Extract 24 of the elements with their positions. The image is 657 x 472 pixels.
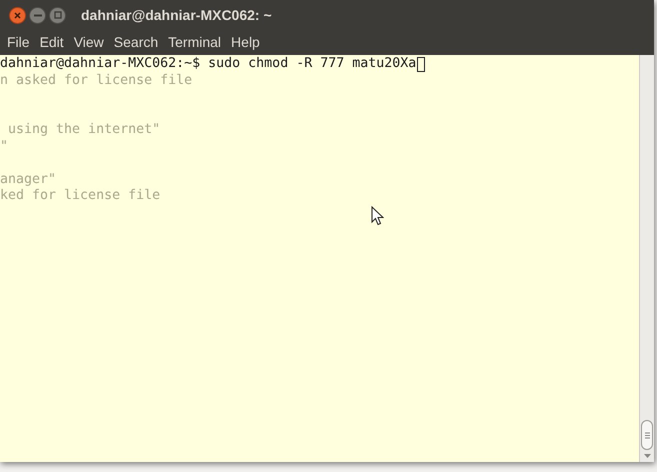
mouse-pointer-icon [371,206,384,226]
maximize-button[interactable] [49,6,66,24]
menu-item[interactable]: Search [108,32,164,53]
menu-item[interactable]: Help [226,32,265,53]
output-line: ked for license file [0,188,160,204]
minimize-icon [34,14,42,16]
scroll-down-icon[interactable] [644,454,650,458]
minimize-button[interactable] [29,6,46,24]
output-line: using the internet" [7,122,160,138]
output-line: anager" [0,172,56,188]
output-line: n asked for license file [0,72,192,89]
scroll-thumb[interactable] [641,420,653,450]
text-cursor [417,56,426,72]
menu-item[interactable]: File [2,32,35,53]
command-line: dahniar@dahniar-MXC062:~$ sudo chmod -R 777 matu20Xa [0,56,416,72]
close-icon [14,12,21,18]
menu-item[interactable]: Edit [34,32,69,53]
output-line: " [0,138,8,155]
grip-icon [644,432,650,438]
menu-item[interactable]: Terminal [163,32,226,53]
menu-item[interactable]: View [68,32,109,53]
maximize-icon [54,11,62,19]
window-title: dahniar@dahniar-MXC062: ~ [81,6,272,24]
close-button[interactable] [9,6,26,24]
